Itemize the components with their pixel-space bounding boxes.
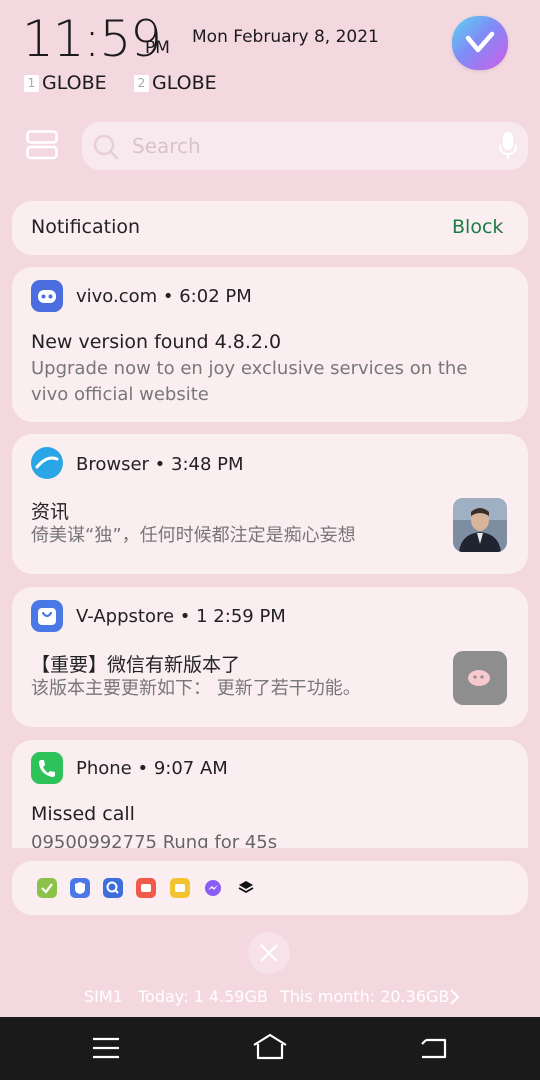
jovi-orb-icon[interactable] <box>452 16 508 70</box>
notification-time: 1 2:59 PM <box>196 606 286 627</box>
layers-icon[interactable] <box>236 878 256 898</box>
notes-icon[interactable] <box>37 878 57 898</box>
news-thumbnail-image <box>453 498 507 552</box>
microphone-icon[interactable] <box>498 131 518 165</box>
notification-title: Notification <box>31 216 141 238</box>
phone-icon <box>31 752 63 784</box>
sim2-carrier: 2 GLOBE <box>134 72 217 94</box>
app-name-label: Phone <box>76 758 132 779</box>
screen-record-icon[interactable] <box>136 878 156 898</box>
search-input[interactable]: Search <box>132 134 201 158</box>
layout-toggle-icon[interactable] <box>26 130 58 160</box>
browser-icon <box>31 447 63 479</box>
shield-icon[interactable] <box>70 878 90 898</box>
sim2-carrier-label: GLOBE <box>152 72 217 94</box>
notification-title-text: New version found 4.8.2.0 <box>31 331 282 353</box>
notification-app-name: vivo.com • 6:02 PM <box>76 286 252 307</box>
block-button[interactable]: Block <box>452 216 503 238</box>
clear-all-button[interactable] <box>248 932 290 974</box>
notification-title-text: 【重要】微信有新版本了 <box>31 654 241 676</box>
search-icon <box>92 133 120 165</box>
notification-time: 6:02 PM <box>179 286 252 307</box>
sim1-number: 1 <box>24 74 39 92</box>
app-name-label: V-Appstore <box>76 606 175 627</box>
data-month: This month: 20.36GB <box>280 987 450 1006</box>
wechat-thumbnail-icon <box>453 651 507 705</box>
clock-ampm: PM <box>145 38 170 58</box>
message-icon[interactable] <box>170 878 190 898</box>
date-label: Mon February 8, 2021 <box>192 27 379 47</box>
data-today: Today: 1 4.59GB <box>138 987 268 1006</box>
notification-card-phone[interactable]: Phone • 9:07 AM Missed call 09500992775 … <box>12 740 528 848</box>
notification-body-text: 09500992775 Rung for 45s <box>31 832 278 848</box>
sim1-carrier: 1 GLOBE <box>24 72 107 94</box>
notification-body-text: 该版本主要更新如下： 更新了若干功能。 <box>31 678 361 699</box>
notification-body-text: 倚美谋“独”，任何时候都注定是痴心妄想 <box>31 525 356 546</box>
notification-app-name: V-Appstore • 1 2:59 PM <box>76 606 286 627</box>
notification-app-name: Phone • 9:07 AM <box>76 758 228 779</box>
notification-body-text: Upgrade now to en joy exclusive services… <box>31 358 468 405</box>
notification-title-text: Missed call <box>31 803 135 825</box>
notification-time: 3:48 PM <box>171 454 244 475</box>
menu-icon[interactable] <box>92 1036 120 1064</box>
home-icon[interactable] <box>252 1033 288 1065</box>
messenger-icon[interactable] <box>203 878 223 898</box>
appstore-bag-icon <box>31 600 63 632</box>
data-sim-label: SIM1 <box>84 987 123 1006</box>
sim1-carrier-label: GLOBE <box>42 72 107 94</box>
notification-title-text: 资讯 <box>31 501 70 523</box>
notification-time: 9:07 AM <box>153 758 228 779</box>
vivo-robot-icon <box>31 280 63 312</box>
app-name-label: vivo.com <box>76 286 158 307</box>
sim2-number: 2 <box>134 74 149 92</box>
clock-time: 11:59 <box>22 10 162 68</box>
app-name-label: Browser <box>76 454 149 475</box>
back-icon[interactable] <box>418 1035 448 1065</box>
search-app-icon[interactable] <box>103 878 123 898</box>
chevron-right-icon[interactable] <box>448 988 460 1010</box>
notification-app-name: Browser • 3:48 PM <box>76 454 244 475</box>
